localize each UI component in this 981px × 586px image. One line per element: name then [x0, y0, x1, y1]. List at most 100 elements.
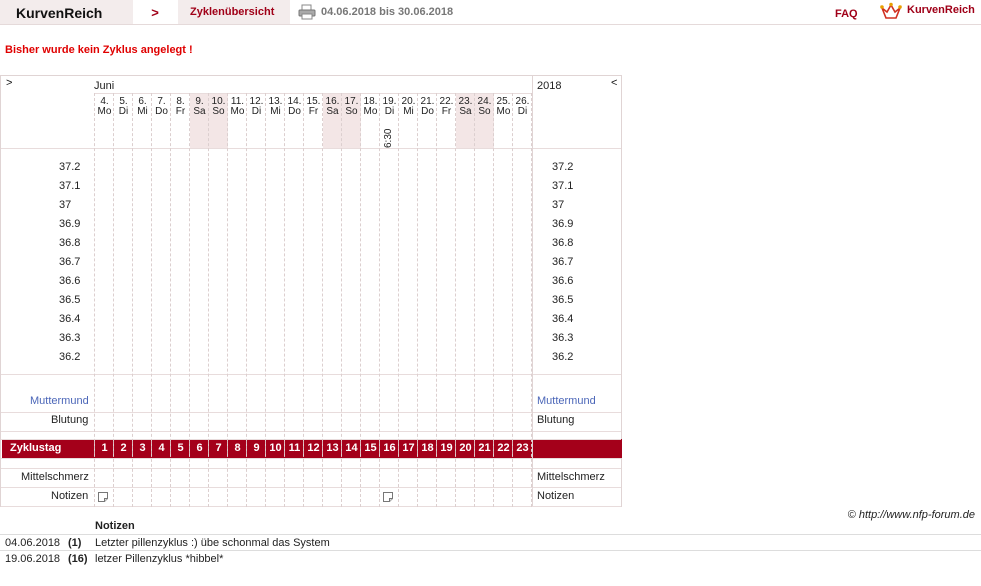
cycle-day-number: 12 — [307, 442, 320, 454]
temp-label-right: 36.5 — [552, 294, 574, 306]
weekday-label: Do — [421, 106, 434, 117]
prev-nav-button[interactable]: > — [6, 77, 12, 89]
weekday-label: Fr — [441, 106, 452, 117]
cycle-day-number: 13 — [326, 442, 339, 454]
day-grid-line — [151, 93, 152, 507]
temp-label-right: 36.7 — [552, 256, 574, 268]
day-grid-line — [493, 93, 494, 507]
temp-label-right: 37.2 — [552, 161, 574, 173]
day-grid-line — [303, 93, 304, 507]
temp-label-left: 36.8 — [59, 237, 81, 249]
weekday-label: Fr — [175, 106, 186, 117]
note-text: letzer Pillenzyklus *hibbel* — [95, 553, 224, 565]
blutung-label-left: Blutung — [51, 414, 89, 426]
cycle-day-number: 10 — [269, 442, 282, 454]
day-grid-line — [170, 93, 171, 507]
divider — [0, 24, 981, 25]
cycle-day-number: 9 — [253, 442, 260, 454]
weekday-label: Sa — [193, 106, 206, 117]
temp-label-left: 37.2 — [59, 161, 81, 173]
muttermund-label-right: Muttermund — [537, 395, 596, 407]
day-grid-line — [474, 93, 475, 507]
temp-label-left: 36.3 — [59, 332, 81, 344]
weekday-label: So — [212, 106, 225, 117]
weekday-label: Di — [118, 106, 129, 117]
cycle-day-number: 8 — [234, 442, 241, 454]
faq-link[interactable]: FAQ — [835, 8, 858, 20]
cycle-day-number: 1 — [101, 442, 108, 454]
weekday-label: So — [345, 106, 358, 117]
temp-label-right: 36.6 — [552, 275, 574, 287]
note-text: Letzter pillenzyklus :) übe schonmal das… — [95, 537, 330, 549]
weekday-label: Fr — [308, 106, 319, 117]
crown-logo-icon[interactable] — [880, 2, 902, 22]
nav-arrow[interactable]: > — [133, 0, 177, 24]
cycle-day-number: 17 — [402, 442, 415, 454]
note-cycle-day: (16) — [68, 553, 88, 565]
breadcrumb-cycle-overview[interactable]: Zyklenübersicht — [178, 0, 290, 24]
temp-label-left: 36.2 — [59, 351, 81, 363]
cycle-day-number: 4 — [158, 442, 165, 454]
temp-label-right: 36.8 — [552, 237, 574, 249]
weekday-label: Di — [251, 106, 262, 117]
cycle-day-number: 2 — [120, 442, 127, 454]
temp-label-right: 36.9 — [552, 218, 574, 230]
day-grid-line — [455, 93, 456, 507]
weekday-label: Di — [517, 106, 528, 117]
note-date: 04.06.2018 — [5, 537, 61, 549]
day-grid-line — [512, 93, 513, 507]
weekday-label: Mi — [270, 106, 281, 117]
cycle-day-number: 23 — [516, 442, 529, 454]
warning-message: Bisher wurde kein Zyklus angelegt ! — [5, 44, 193, 56]
cycle-day-number: 18 — [421, 442, 434, 454]
weekday-label: Do — [288, 106, 301, 117]
day-grid-line — [360, 93, 361, 507]
muttermund-label-left: Muttermund — [30, 395, 89, 407]
day-grid-line — [208, 93, 209, 507]
weekday-label: Di — [384, 106, 395, 117]
day-grid-line — [284, 93, 285, 507]
cycle-day-number: 15 — [364, 442, 377, 454]
day-grid-line — [436, 93, 437, 507]
weekday-label: So — [478, 106, 491, 117]
cycle-day-number: 22 — [497, 442, 510, 454]
note-icon[interactable] — [383, 492, 393, 502]
day-grid-line — [189, 93, 190, 507]
day-grid-line — [322, 93, 323, 507]
day-grid-line — [132, 93, 133, 507]
weekday-label: Mo — [230, 106, 245, 117]
day-grid-line — [341, 93, 342, 507]
day-grid-line — [265, 93, 266, 507]
day-grid-line — [94, 93, 95, 507]
cycle-day-number: 7 — [215, 442, 222, 454]
notes-header: Notizen — [95, 520, 135, 532]
day-grid-line — [531, 93, 532, 507]
temp-label-right: 37.1 — [552, 180, 574, 192]
day-grid-line — [227, 93, 228, 507]
notizen-label-right: Notizen — [537, 490, 575, 502]
temp-label-right: 36.2 — [552, 351, 574, 363]
note-icon[interactable] — [98, 492, 108, 502]
note-date: 19.06.2018 — [5, 553, 61, 565]
next-nav-button[interactable]: < — [611, 77, 617, 89]
cycle-day-number: 14 — [345, 442, 358, 454]
weekday-label: Do — [155, 106, 168, 117]
temp-label-right: 36.3 — [552, 332, 574, 344]
weekday-label: Mo — [363, 106, 378, 117]
weekday-label: Mi — [137, 106, 148, 117]
temp-label-left: 37 — [59, 199, 72, 211]
measure-time: 6:30 — [383, 128, 394, 148]
day-grid-line — [379, 93, 380, 507]
temp-label-left: 37.1 — [59, 180, 81, 192]
temp-label-right: 37 — [552, 199, 565, 211]
temp-label-right: 36.4 — [552, 313, 574, 325]
printer-icon[interactable] — [298, 4, 316, 20]
day-grid-line — [246, 93, 247, 507]
year-label: 2018 — [537, 80, 562, 92]
mittelschmerz-label-right: Mittelschmerz — [537, 471, 605, 483]
zyklustag-row: Zyklustag 1 2 3 4 5 6 7 8 9 10 11 12 13 14 15 16 17 18 19 2… — [2, 439, 622, 458]
temp-label-left: 36.9 — [59, 218, 81, 230]
logo-text: KurvenReich — [907, 4, 975, 16]
brand-title[interactable]: KurvenReich — [0, 0, 133, 24]
temp-label-left: 36.4 — [59, 313, 81, 325]
